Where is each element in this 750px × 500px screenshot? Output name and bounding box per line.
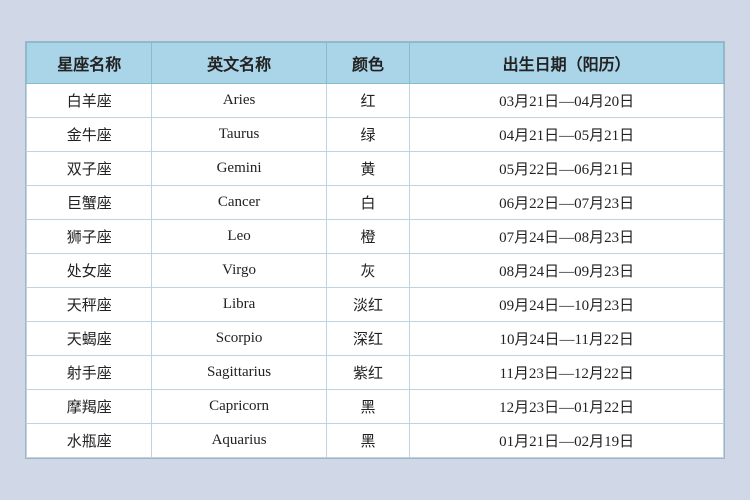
header-english: 英文名称 [152,43,326,84]
cell-english: Scorpio [152,322,326,356]
cell-date: 04月21日—05月21日 [410,118,724,152]
cell-chinese: 天秤座 [27,288,152,322]
cell-chinese: 白羊座 [27,84,152,118]
cell-color: 绿 [326,118,410,152]
cell-color: 橙 [326,220,410,254]
cell-chinese: 摩羯座 [27,390,152,424]
table-row: 处女座Virgo灰08月24日—09月23日 [27,254,724,288]
cell-date: 05月22日—06月21日 [410,152,724,186]
cell-chinese: 水瓶座 [27,424,152,458]
cell-color: 黑 [326,424,410,458]
table-row: 摩羯座Capricorn黑12月23日—01月22日 [27,390,724,424]
cell-color: 黑 [326,390,410,424]
table-row: 天蝎座Scorpio深红10月24日—11月22日 [27,322,724,356]
cell-color: 黄 [326,152,410,186]
table-row: 巨蟹座Cancer白06月22日—07月23日 [27,186,724,220]
cell-chinese: 狮子座 [27,220,152,254]
cell-english: Aries [152,84,326,118]
cell-date: 03月21日—04月20日 [410,84,724,118]
cell-date: 08月24日—09月23日 [410,254,724,288]
table-row: 水瓶座Aquarius黑01月21日—02月19日 [27,424,724,458]
cell-english: Capricorn [152,390,326,424]
table-row: 狮子座Leo橙07月24日—08月23日 [27,220,724,254]
cell-english: Sagittarius [152,356,326,390]
table-body: 白羊座Aries红03月21日—04月20日金牛座Taurus绿04月21日—0… [27,84,724,458]
cell-chinese: 处女座 [27,254,152,288]
cell-date: 12月23日—01月22日 [410,390,724,424]
header-chinese: 星座名称 [27,43,152,84]
cell-color: 紫红 [326,356,410,390]
cell-color: 红 [326,84,410,118]
cell-date: 11月23日—12月22日 [410,356,724,390]
table-row: 天秤座Libra淡红09月24日—10月23日 [27,288,724,322]
table-row: 白羊座Aries红03月21日—04月20日 [27,84,724,118]
table-row: 金牛座Taurus绿04月21日—05月21日 [27,118,724,152]
cell-chinese: 金牛座 [27,118,152,152]
cell-date: 07月24日—08月23日 [410,220,724,254]
cell-chinese: 巨蟹座 [27,186,152,220]
cell-color: 灰 [326,254,410,288]
cell-color: 白 [326,186,410,220]
cell-date: 06月22日—07月23日 [410,186,724,220]
cell-english: Libra [152,288,326,322]
cell-english: Leo [152,220,326,254]
cell-english: Virgo [152,254,326,288]
cell-color: 深红 [326,322,410,356]
cell-english: Aquarius [152,424,326,458]
cell-color: 淡红 [326,288,410,322]
table-row: 双子座Gemini黄05月22日—06月21日 [27,152,724,186]
cell-english: Gemini [152,152,326,186]
header-color: 颜色 [326,43,410,84]
cell-chinese: 射手座 [27,356,152,390]
table-row: 射手座Sagittarius紫红11月23日—12月22日 [27,356,724,390]
cell-chinese: 双子座 [27,152,152,186]
table-header-row: 星座名称 英文名称 颜色 出生日期（阳历） [27,43,724,84]
zodiac-table: 星座名称 英文名称 颜色 出生日期（阳历） 白羊座Aries红03月21日—04… [26,42,724,458]
header-date: 出生日期（阳历） [410,43,724,84]
cell-english: Taurus [152,118,326,152]
zodiac-table-container: 星座名称 英文名称 颜色 出生日期（阳历） 白羊座Aries红03月21日—04… [25,41,725,459]
cell-chinese: 天蝎座 [27,322,152,356]
cell-date: 01月21日—02月19日 [410,424,724,458]
cell-date: 10月24日—11月22日 [410,322,724,356]
cell-date: 09月24日—10月23日 [410,288,724,322]
cell-english: Cancer [152,186,326,220]
